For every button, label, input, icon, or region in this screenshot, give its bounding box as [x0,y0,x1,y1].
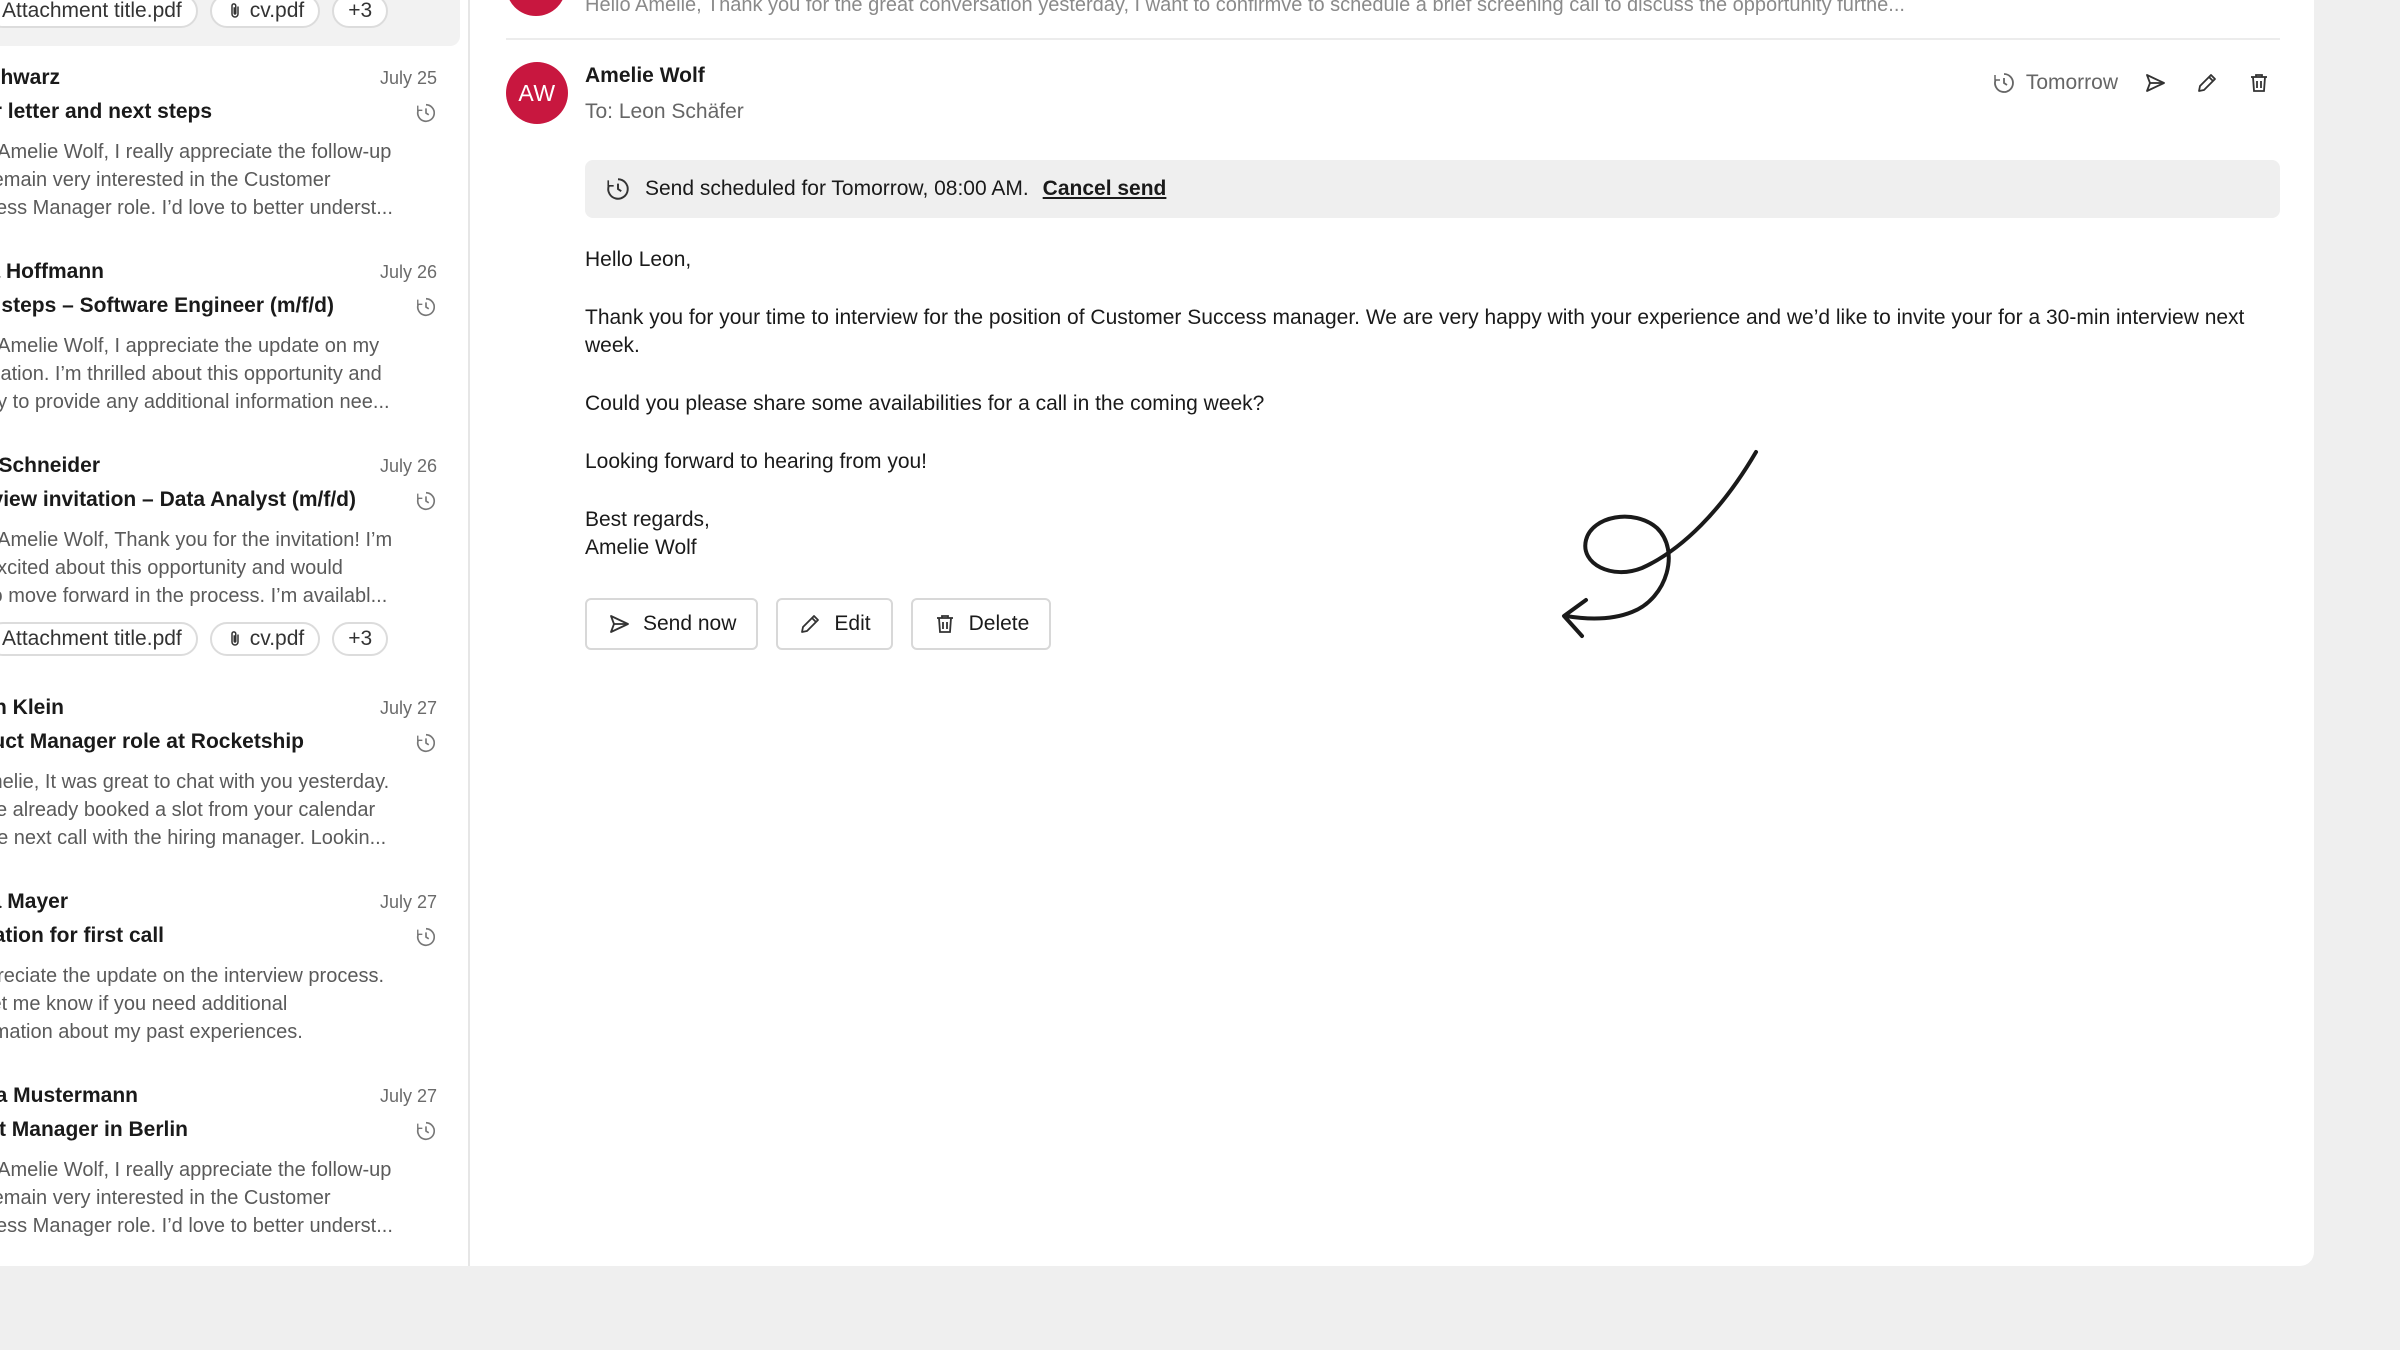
item-preview: r Amelie Wolf, Thank you for the invitat… [0,529,393,607]
pencil-icon [801,615,820,633]
scheduled-clock-icon [416,103,436,123]
scheduled-clock-icon [416,733,436,753]
trash-icon [936,615,953,633]
more-count: +3 [348,0,373,22]
sender-name: Schwarz [0,66,60,89]
paperclip-icon [231,3,239,18]
attachment-chips: Attachment title.pdf cv.pdf +3 [0,622,389,656]
item-subject: ation for first call [0,924,164,947]
sender-name: a Mustermann [0,1084,138,1107]
hand-drawn-arrow-icon [1562,450,1758,638]
scheduled-send-banner: Send scheduled for Tomorrow, 08:00 AM. C… [585,160,2280,218]
trash-icon [2251,74,2267,92]
previous-message-avatar [506,0,566,16]
scheduled-clock-icon [607,178,629,200]
greeting: Hello Leon, [585,248,692,271]
item-subject: ct Manager in Berlin [0,1118,188,1141]
item-date: July 25 [379,68,437,88]
scheduled-actions: Send now Edit Delete [585,598,1052,650]
attachment-chip[interactable]: Attachment title.pdf [0,622,198,656]
delete-button[interactable]: Delete [910,598,1052,650]
list-item[interactable]: a Hoffmann July 26 t steps – Software En… [0,260,460,420]
item-subject: luct Manager role at Rocketship [0,730,304,753]
send-icon [2146,74,2165,92]
closing: Best regards, [585,508,710,531]
body-paragraph: Looking forward to hearing from you! [585,450,928,473]
list-item[interactable]: an Klein July 27 luct Manager role at Ro… [0,696,460,856]
sender-name: Schneider [0,454,100,477]
avatar: AW [506,62,568,124]
delete-icon-button[interactable] [2244,68,2274,98]
body-paragraph: Thank you for your time to interview for… [585,306,2245,357]
attachment-name: cv.pdf [249,627,305,650]
edit-icon-button[interactable] [2192,68,2222,98]
item-date: July 27 [379,698,437,718]
attachment-chip[interactable]: Attachment title.pdf [0,0,198,28]
signature-block: Best regards, Amelie Wolf [585,506,2254,562]
banner-text: Send scheduled for Tomorrow, 08:00 AM. [645,177,1029,200]
sender-name: an Klein [0,696,64,719]
list-item[interactable]: Schneider July 26 rview invitation – Dat… [0,454,460,664]
send-now-button[interactable]: Send now [585,598,759,650]
selected-item-strip[interactable]: Attachment title.pdf cv.pdf +3 [0,0,460,46]
item-date: July 27 [379,892,437,912]
sender-name: a Mayer [0,890,68,913]
attachment-chips: Attachment title.pdf cv.pdf +3 [0,0,389,28]
cancel-send-link[interactable]: Cancel send [1043,177,1167,201]
item-preview: r Amelie Wolf, I really appreciate the f… [0,141,393,219]
edit-button[interactable]: Edit [776,598,893,650]
more-attachments-chip[interactable]: +3 [332,622,389,656]
item-preview: r Amelie Wolf, I appreciate the update o… [0,335,390,413]
item-preview: melie, It was great to chat with you yes… [0,771,390,849]
attachment-name: Attachment title.pdf [2,0,182,22]
scheduled-clock-icon [416,927,436,947]
send-icon [610,615,629,633]
scheduled-clock-icon [416,491,436,511]
item-subject: rview invitation – Data Analyst (m/f/d) [0,488,356,511]
message-body: Hello Leon, Thank you for your time to i… [585,246,2254,562]
scheduled-time-label: Tomorrow [2025,71,2118,94]
paperclip-icon [231,631,239,646]
item-date: July 27 [379,1086,437,1106]
scheduled-clock-icon [416,297,436,317]
more-count: +3 [348,627,373,650]
message-actions: Tomorrow [1992,68,2274,98]
attachment-chip[interactable]: cv.pdf [209,622,321,656]
list-item[interactable]: a Mayer July 27 ation for first call pre… [0,890,460,1050]
send-now-icon-button[interactable] [2140,68,2170,98]
sender-name: Amelie Wolf [585,64,705,87]
email-list: Attachment title.pdf cv.pdf +3 Schwarz J… [0,0,470,1266]
item-preview: preciate the update on the interview pro… [0,965,385,1043]
item-preview: r Amelie Wolf, I really appreciate the f… [0,1159,393,1237]
attachment-chip[interactable]: cv.pdf [209,0,321,28]
button-label: Send now [643,612,737,635]
previous-message-preview[interactable]: Hello Amelie, Thank you for the great co… [585,0,1905,17]
app-panel: Attachment title.pdf cv.pdf +3 Schwarz J… [0,0,2314,1266]
attachment-name: cv.pdf [249,0,305,22]
more-attachments-chip[interactable]: +3 [332,0,389,28]
item-date: July 26 [379,456,437,476]
item-subject: t steps – Software Engineer (m/f/d) [0,294,334,317]
button-label: Edit [834,612,871,635]
pencil-icon [2198,74,2216,92]
button-label: Delete [968,612,1030,635]
body-paragraph: Could you please share some availabiliti… [585,392,1265,415]
item-subject: r letter and next steps [0,100,212,123]
message-pane: Hello Amelie, Thank you for the great co… [472,0,2314,1266]
message-divider [506,38,2280,40]
scheduled-clock-icon [1993,73,2014,93]
list-item[interactable]: Schwarz July 25 r letter and next steps … [0,66,460,226]
list-item[interactable]: a Mustermann July 27 ct Manager in Berli… [0,1084,460,1244]
item-date: July 26 [379,262,437,282]
sender-name: a Hoffmann [0,260,104,283]
signature-name: Amelie Wolf [585,536,697,559]
scheduled-time[interactable]: Tomorrow [1992,71,2118,95]
scheduled-clock-icon [416,1121,436,1141]
recipient-line: To: Leon Schäfer [585,100,744,123]
attachment-name: Attachment title.pdf [2,627,182,650]
